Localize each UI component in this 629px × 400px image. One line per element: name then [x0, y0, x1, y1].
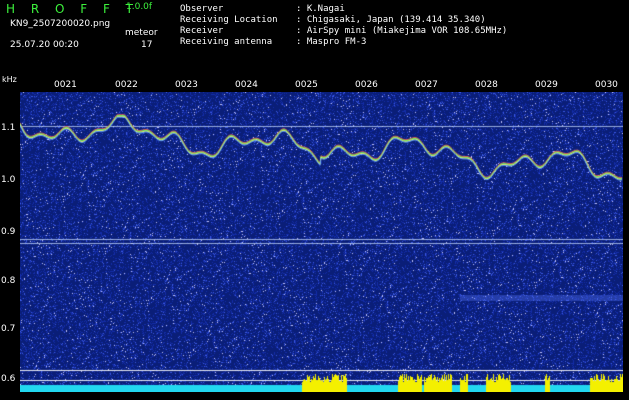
spectrogram-waterfall [20, 92, 623, 392]
time-tick-label: 0024 [235, 80, 258, 90]
time-tick-label: 0028 [475, 80, 498, 90]
y-tick-label: 0.6 [1, 374, 16, 384]
info-key-receiver: Receiver [180, 26, 224, 36]
info-value-receiver: : AirSpy mini (Miakejima VOR 108.65MHz) [296, 26, 508, 36]
info-value-antenna: : Maspro FM-3 [296, 37, 367, 47]
y-tick-label: 1.0 [1, 175, 16, 185]
y-tick-label: 1.1 [1, 123, 16, 133]
info-key-observer: Observer [180, 4, 224, 14]
time-tick-label: 0023 [175, 80, 198, 90]
time-tick-label: 0021 [54, 80, 77, 90]
y-axis-unit: kHz [2, 75, 17, 84]
date-time: 25.07.20 00:20 [10, 40, 79, 50]
y-tick-label: 0.8 [1, 276, 16, 286]
time-tick-label: 0025 [295, 80, 318, 90]
info-key-location: Receiving Location [180, 15, 278, 25]
meteor-label: meteor [125, 28, 158, 38]
time-tick-label: 0027 [415, 80, 438, 90]
file-name: KN9_2507200020.png [10, 19, 111, 29]
y-tick-label: 0.9 [1, 227, 16, 237]
app-title: H R O F F T [6, 2, 140, 16]
time-tick-label: 0022 [115, 80, 138, 90]
meteor-count: 17 [141, 40, 153, 50]
info-key-antenna: Receiving antenna [180, 37, 273, 47]
time-tick-label: 0029 [535, 80, 558, 90]
version-label: 1.0.0f [126, 2, 153, 12]
time-tick-label: 0030 [595, 80, 618, 90]
info-value-location: : Chigasaki, Japan (139.414 35.340) [296, 15, 486, 25]
y-tick-label: 0.7 [1, 324, 16, 334]
time-tick-label: 0026 [355, 80, 378, 90]
info-value-observer: : K.Nagai [296, 4, 345, 14]
